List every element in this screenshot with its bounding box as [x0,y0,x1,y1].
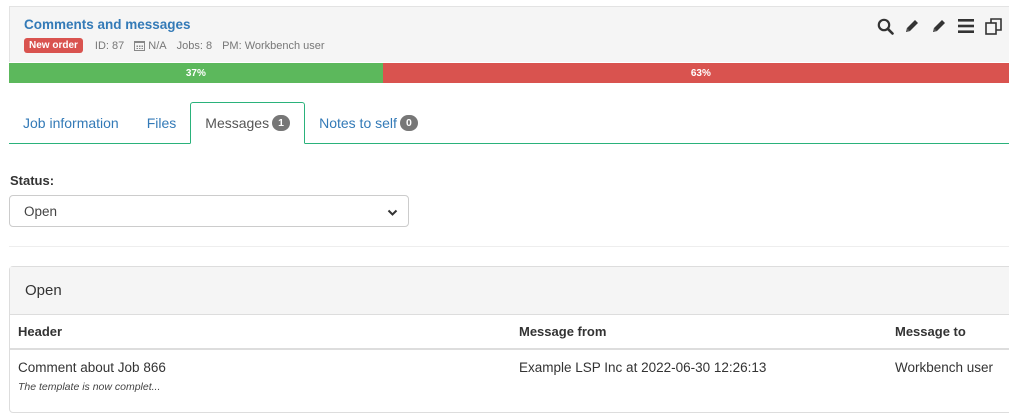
table-header: Header Message from Message to [10,315,1009,350]
column-header-from: Message from [519,324,607,339]
tab-job-information[interactable]: Job information [9,102,133,144]
tab-label: Files [146,115,177,131]
progress-completed: 37% [9,63,383,83]
tab-label: Notes to self [319,115,397,131]
column-header-to: Message to [895,324,966,339]
messages-count-badge: 1 [272,115,291,131]
status-badge: New order [24,38,83,53]
tab-notes-to-self[interactable]: Notes to self 0 [305,102,432,144]
notes-count-badge: 0 [399,115,418,131]
calendar-icon [134,40,146,51]
menu-icon[interactable] [957,17,975,35]
tab-files[interactable]: Files [133,102,191,144]
message-header[interactable]: Comment about Job 866 [18,360,166,375]
project-manager: PM: Workbench user [222,39,325,52]
message-snippet: The template is now complet... [18,381,161,393]
tab-bar: Job information Files Messages 1 Notes t… [9,102,1009,144]
page-title[interactable]: Comments and messages [24,17,191,32]
tab-label: Job information [23,115,119,131]
table-row[interactable]: Comment about Job 866 The template is no… [10,350,1009,412]
status-label: Status: [10,173,55,188]
message-from: Example LSP Inc at 2022-06-30 12:26:13 [519,360,767,375]
job-meta: New order ID: 87 N/A Jobs: 8 PM: Workben… [24,38,335,53]
column-header-header: Header [18,324,63,339]
tab-messages[interactable]: Messages 1 [190,102,306,144]
search-icon[interactable] [876,17,894,35]
job-progress-bar: 37% 63% [9,63,1009,83]
pencil-icon[interactable] [903,17,921,35]
panel-title: Open [10,267,1009,315]
job-header-panel: Comments and messages New order ID: 87 N… [9,6,1009,62]
header-toolbar [876,17,1002,35]
progress-remaining: 63% [382,63,1009,83]
job-date: N/A [134,39,167,52]
chevron-down-icon [387,206,398,221]
message-to: Workbench user [895,360,994,375]
job-date-value: N/A [148,39,167,52]
messages-panel: Open Header Message from Message to Comm… [9,266,1009,413]
job-count: Jobs: 8 [176,39,213,52]
job-id: ID: 87 [94,39,125,52]
status-select[interactable]: Open [9,195,409,227]
status-selected-value: Open [24,203,58,219]
tab-label: Messages [205,115,270,131]
pencil-icon[interactable] [930,17,948,35]
section-divider [9,246,1009,247]
copy-icon[interactable] [984,17,1002,35]
